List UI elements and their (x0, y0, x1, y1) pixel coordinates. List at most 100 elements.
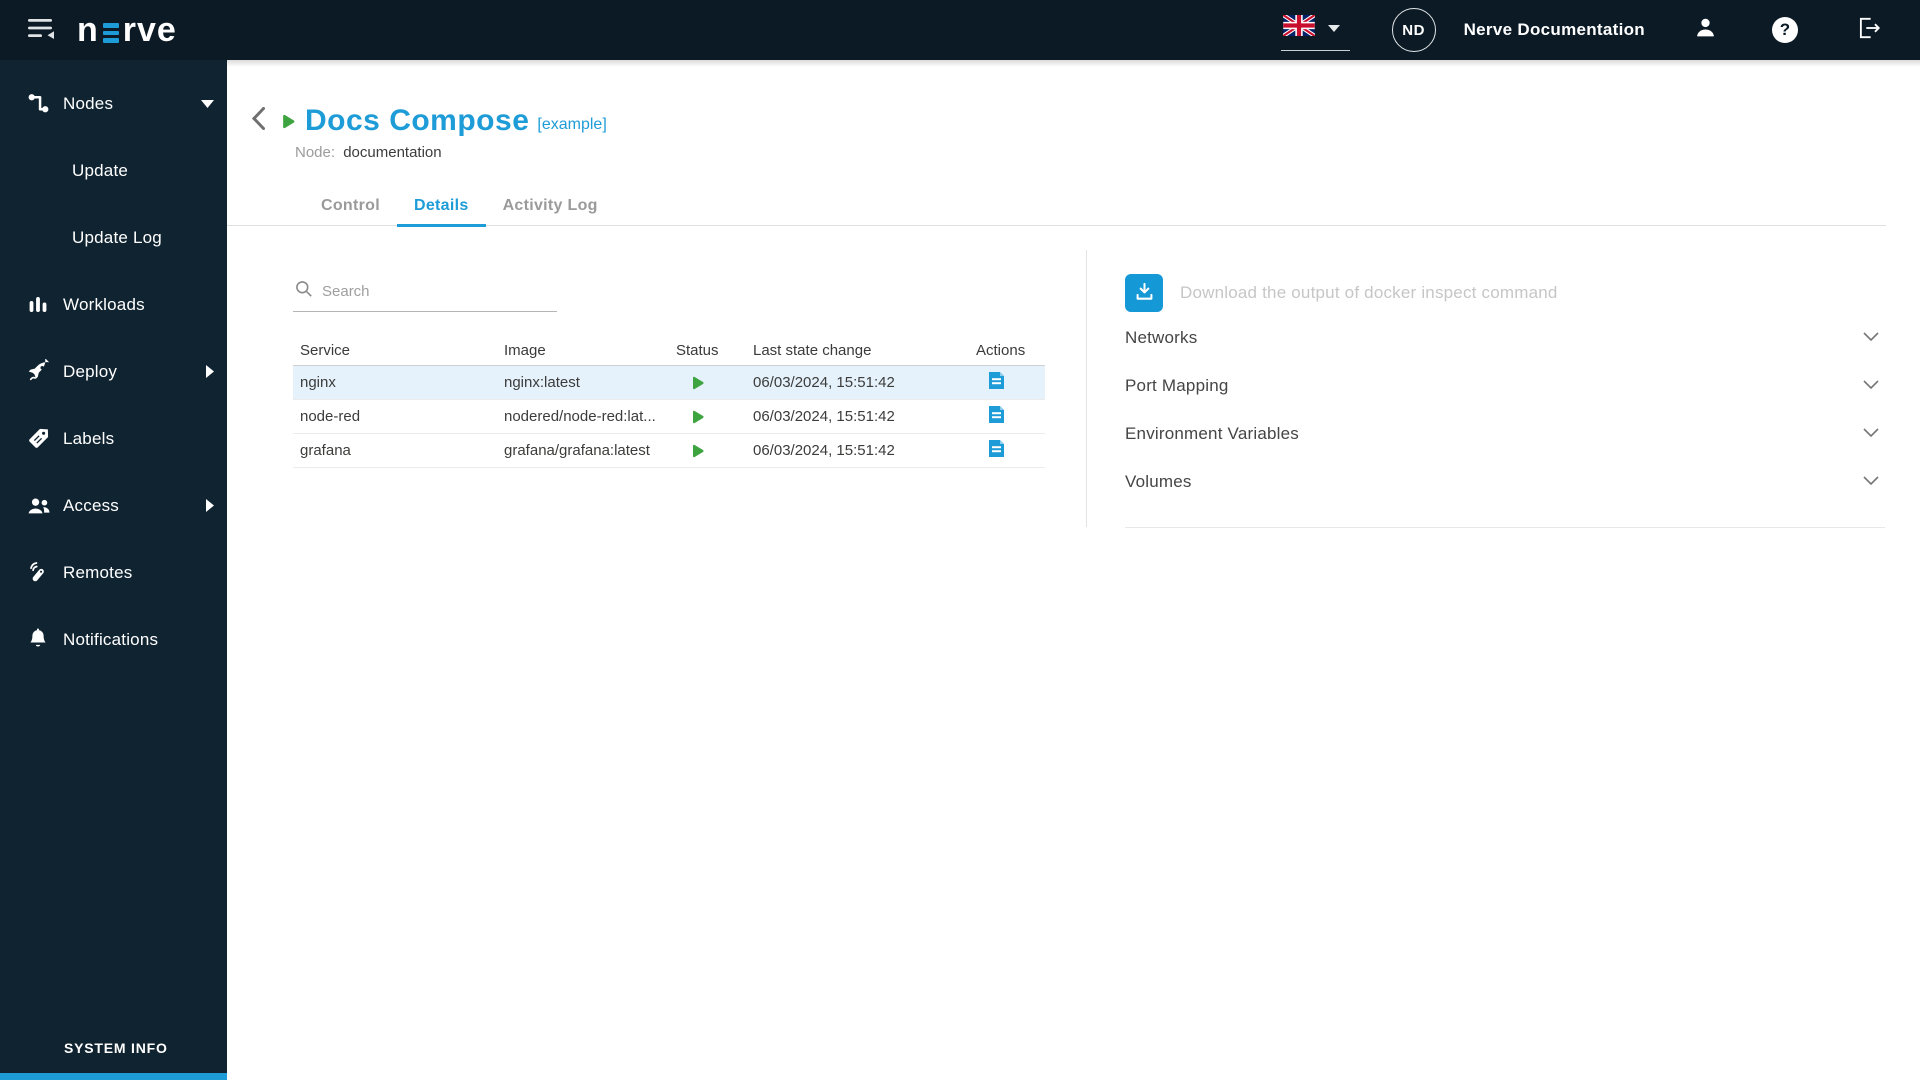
system-info-button[interactable]: SYSTEM INFO (64, 1040, 168, 1056)
node-label: Node: (295, 144, 336, 161)
panel-bottom-divider (1125, 527, 1885, 528)
back-button[interactable] (251, 107, 265, 135)
page-title: Docs Compose (305, 104, 530, 137)
play-status-icon (692, 376, 704, 390)
logout-icon (1856, 15, 1882, 46)
language-selector[interactable] (1280, 9, 1350, 51)
document-icon (988, 439, 1005, 462)
column-header-image: Image (504, 342, 546, 359)
sidebar-item-nodes[interactable]: Nodes (0, 70, 227, 137)
download-icon (1133, 280, 1156, 306)
workloads-icon (26, 293, 50, 317)
chevron-down-icon (1863, 425, 1879, 443)
avatar[interactable]: ND (1391, 8, 1436, 52)
table-header-row: Service Image Status Last state change Actio… (293, 336, 1045, 366)
sidebar-item-access[interactable]: Access (0, 472, 227, 539)
tabs: Control Details Activity Log (227, 188, 1886, 227)
sidebar-item-remotes[interactable]: Remotes (0, 539, 227, 606)
status-cell (676, 444, 753, 458)
service-name-cell: nginx (300, 374, 336, 391)
node-info: Node: documentation (295, 144, 442, 161)
workload-title-row: Docs Compose [example] (251, 104, 607, 138)
logs-action-button[interactable] (988, 371, 1005, 394)
section-volumes[interactable]: Volumes (1125, 458, 1885, 506)
services-section: Service Image Status Last state change Actio… (293, 278, 1045, 468)
section-label: Port Mapping (1125, 376, 1229, 395)
table-row[interactable]: nginx nginx:latest 06/03/2024, 15:51:42 (293, 366, 1045, 400)
sidebar-item-label: Remotes (63, 562, 133, 582)
section-label: Environment Variables (1125, 424, 1299, 443)
back-chevron-icon (251, 107, 265, 135)
app-header: n rve ND Nerve Documentation ? (0, 0, 1920, 60)
status-cell (676, 410, 753, 424)
table-row[interactable]: grafana grafana/grafana:latest 06/03/2024,… (293, 434, 1045, 468)
actions-cell (976, 405, 1038, 428)
sidebar-item-workloads[interactable]: Workloads (0, 271, 227, 338)
help-button[interactable]: ? (1772, 17, 1798, 43)
uk-flag-icon (1281, 13, 1316, 41)
sidebar-item-label: Labels (63, 428, 115, 448)
logs-action-button[interactable] (988, 439, 1005, 462)
sidebar-item-notifications[interactable]: Notifications (0, 606, 227, 673)
sidebar-accent-strip (0, 1073, 227, 1080)
chevron-right-icon (206, 499, 214, 512)
services-table: Service Image Status Last state change Actio… (293, 336, 1045, 468)
play-status-icon (692, 410, 704, 424)
image-cell: nodered/node-red:lat... (504, 408, 656, 425)
sidebar-collapse-button[interactable] (28, 17, 55, 44)
chevron-right-icon (206, 499, 214, 512)
nodes-icon (26, 91, 51, 116)
section-label: Networks (1125, 328, 1198, 347)
document-icon (988, 371, 1005, 394)
caret-down-icon (201, 99, 214, 108)
sidebar: Nodes Update Update Log Workloads Deploy Labe… (0, 60, 227, 1080)
image-cell: nginx:latest (504, 374, 580, 391)
vertical-divider (1086, 250, 1087, 527)
sidebar-item-labels[interactable]: Labels (0, 405, 227, 472)
table-row[interactable]: node-red nodered/node-red:lat... 06/03/202… (293, 400, 1045, 434)
download-inspect-button[interactable] (1125, 274, 1163, 312)
workload-version-tag: [example] (537, 115, 607, 133)
node-value: documentation (343, 144, 442, 161)
sidebar-item-label: Update (72, 160, 129, 180)
section-label: Volumes (1125, 472, 1192, 491)
section-environment-variables[interactable]: Environment Variables (1125, 410, 1885, 458)
section-port-mapping[interactable]: Port Mapping (1125, 362, 1885, 410)
logs-action-button[interactable] (988, 405, 1005, 428)
logo-text-end: rve (122, 10, 177, 49)
sidebar-item-label: Nodes (63, 93, 114, 113)
actions-cell (976, 439, 1038, 462)
avatar-initials: ND (1402, 21, 1425, 39)
document-icon (988, 405, 1005, 428)
deploy-icon (26, 359, 51, 384)
image-cell: grafana/grafana:latest (504, 442, 650, 459)
caret-down-icon (1327, 19, 1340, 37)
main-content: Docs Compose [example] Node: documentati… (227, 60, 1920, 1080)
column-header-service: Service (300, 342, 351, 359)
last-state-change-cell: 06/03/2024, 15:51:42 (753, 408, 895, 425)
sidebar-item-update-log[interactable]: Update Log (0, 204, 227, 271)
person-icon (1693, 15, 1718, 45)
user-menu-button[interactable] (1693, 15, 1718, 45)
sidebar-item-label: Notifications (63, 629, 159, 649)
tab-details[interactable]: Details (396, 188, 486, 227)
column-header-last-state-change: Last state change (753, 342, 872, 359)
remotes-icon (26, 560, 51, 585)
column-header-status: Status (676, 342, 719, 359)
download-row: Download the output of docker inspect co… (1125, 272, 1885, 314)
sidebar-item-deploy[interactable]: Deploy (0, 338, 227, 405)
nerve-logo[interactable]: n rve (77, 11, 177, 50)
actions-cell (976, 371, 1038, 394)
logout-button[interactable] (1856, 15, 1882, 46)
access-icon (26, 493, 52, 518)
tab-control[interactable]: Control (304, 188, 397, 225)
chevron-right-icon (206, 365, 214, 378)
chevron-down-icon (1863, 377, 1879, 395)
section-networks[interactable]: Networks (1125, 314, 1885, 362)
play-status-icon (692, 444, 704, 458)
service-name-cell: node-red (300, 408, 361, 425)
sidebar-item-update[interactable]: Update (0, 137, 227, 204)
tab-activity-log[interactable]: Activity Log (486, 188, 615, 225)
chevron-right-icon (206, 365, 214, 378)
search-input[interactable] (322, 283, 542, 300)
